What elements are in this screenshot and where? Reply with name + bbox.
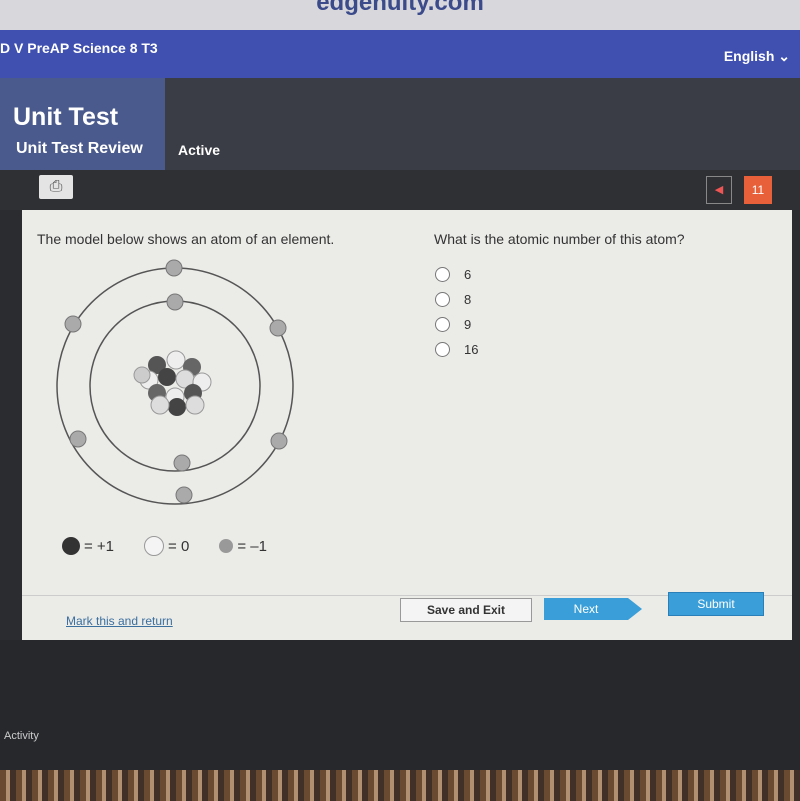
header: Unit Test Unit Test Review Active [0, 78, 800, 170]
mark-and-return-link[interactable]: Mark this and return [66, 614, 173, 628]
toolbar: ⎙ ◀ 11 [0, 170, 800, 210]
legend: = +1 = 0 = –1 [62, 536, 267, 556]
bottom-area: Activity [0, 640, 800, 770]
radio-button[interactable] [435, 267, 450, 282]
option-label: 9 [464, 317, 472, 332]
proton-icon [62, 537, 80, 555]
legend-label: = +1 [84, 537, 115, 555]
radio-button[interactable] [435, 292, 450, 307]
background-surface [0, 770, 800, 801]
url-text: edgenuity.com [316, 0, 484, 16]
question-panel: The model below shows an atom of an elem… [22, 210, 792, 640]
language-label: English [723, 48, 775, 64]
neutron-icon [144, 536, 165, 556]
top-bar: D V PreAP Science 8 T3 English ⌄ [0, 30, 800, 78]
printer-icon: ⎙ [49, 178, 63, 195]
nucleus [133, 350, 212, 416]
question-text: What is the atomic number of this atom? [434, 231, 685, 247]
save-and-exit-button[interactable]: Save and Exit [400, 598, 532, 622]
radio-button[interactable] [435, 342, 450, 357]
answer-option[interactable]: 6 [435, 262, 478, 287]
legend-proton: = +1 [62, 536, 114, 556]
option-label: 6 [464, 267, 472, 282]
option-label: 8 [464, 292, 472, 307]
status-badge: Active [178, 142, 221, 158]
question-prompt: The model below shows an atom of an elem… [37, 231, 335, 247]
legend-label: = 0 [168, 537, 190, 555]
answer-options: 6 8 9 16 [435, 262, 478, 362]
atom-model [56, 259, 294, 505]
page-subtitle: Unit Test Review [16, 140, 143, 157]
electron-icon [219, 539, 234, 553]
question-number[interactable]: 11 [744, 176, 772, 204]
legend-neutron: = 0 [144, 536, 189, 556]
caret-left-icon: ◀ [714, 184, 724, 196]
activity-label: Activity [4, 730, 39, 742]
next-button[interactable]: Next [544, 598, 642, 620]
browser-url[interactable]: edgenuity.com [0, 0, 800, 30]
radio-button[interactable] [435, 317, 450, 332]
answer-option[interactable]: 8 [435, 287, 478, 312]
answer-option[interactable]: 16 [435, 337, 478, 362]
course-title: D V PreAP Science 8 T3 [0, 40, 158, 56]
inner-shell [89, 300, 261, 472]
chevron-down-icon: ⌄ [778, 48, 790, 64]
submit-button[interactable]: Submit [668, 592, 764, 616]
language-select[interactable]: English ⌄ [724, 48, 790, 65]
answer-option[interactable]: 9 [435, 312, 478, 337]
print-button[interactable]: ⎙ [39, 175, 73, 199]
page-title: Unit Test [13, 103, 119, 131]
legend-electron: = –1 [219, 536, 267, 556]
previous-button[interactable]: ◀ [706, 176, 732, 204]
legend-label: = –1 [237, 537, 267, 555]
option-label: 16 [464, 342, 479, 357]
